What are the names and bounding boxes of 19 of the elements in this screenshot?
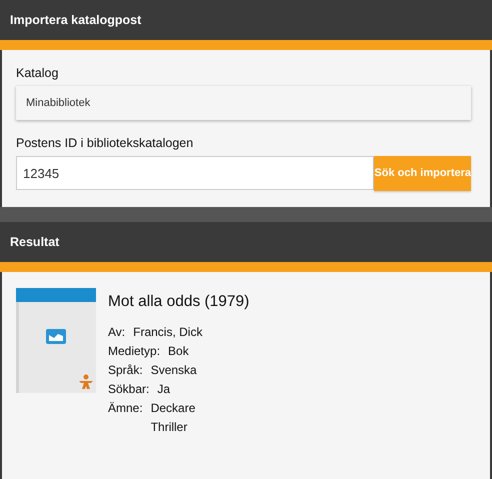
panel-header: Importera katalogpost — [0, 0, 492, 50]
field-label: Katalog — [16, 65, 60, 82]
detail-value: Thriller — [150, 419, 188, 436]
catalog-select[interactable]: Minabibliotek — [16, 86, 471, 120]
detail-label: Sökbar: — [108, 381, 150, 398]
detail-value: Francis, Dick — [133, 324, 202, 342]
book-cover-placeholder-icon — [16, 288, 96, 393]
detail-value: Ja — [157, 381, 170, 398]
field-label: Postens ID i bibliotekskatalogen — [16, 135, 194, 152]
detail-value: Svenska — [150, 362, 197, 380]
panel-header: Resultat — [0, 222, 492, 272]
detail-label: Ämne: — [108, 400, 143, 418]
id-input-field[interactable]: 12345 — [16, 156, 374, 190]
detail-label: Av: — [108, 324, 126, 342]
detail-value: Deckare — [150, 400, 196, 418]
item-title: Mot alla odds (1979) — [108, 292, 250, 312]
detail-label: Språk: — [108, 362, 143, 380]
detail-value: Bok — [168, 343, 189, 360]
detail-label: Medietyp: — [108, 343, 160, 360]
